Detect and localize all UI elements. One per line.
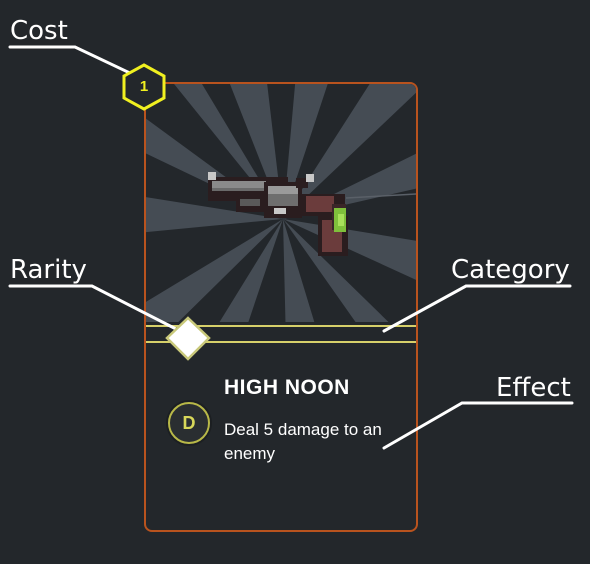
rarity-diamond-icon	[165, 316, 211, 361]
category-leader-line	[382, 284, 572, 333]
effect-leader-line	[382, 401, 574, 450]
card-cost: 1	[139, 78, 149, 95]
rarity-leader-line	[8, 284, 178, 331]
annotation-overlay	[8, 45, 574, 450]
cost-leader-line	[8, 45, 134, 76]
